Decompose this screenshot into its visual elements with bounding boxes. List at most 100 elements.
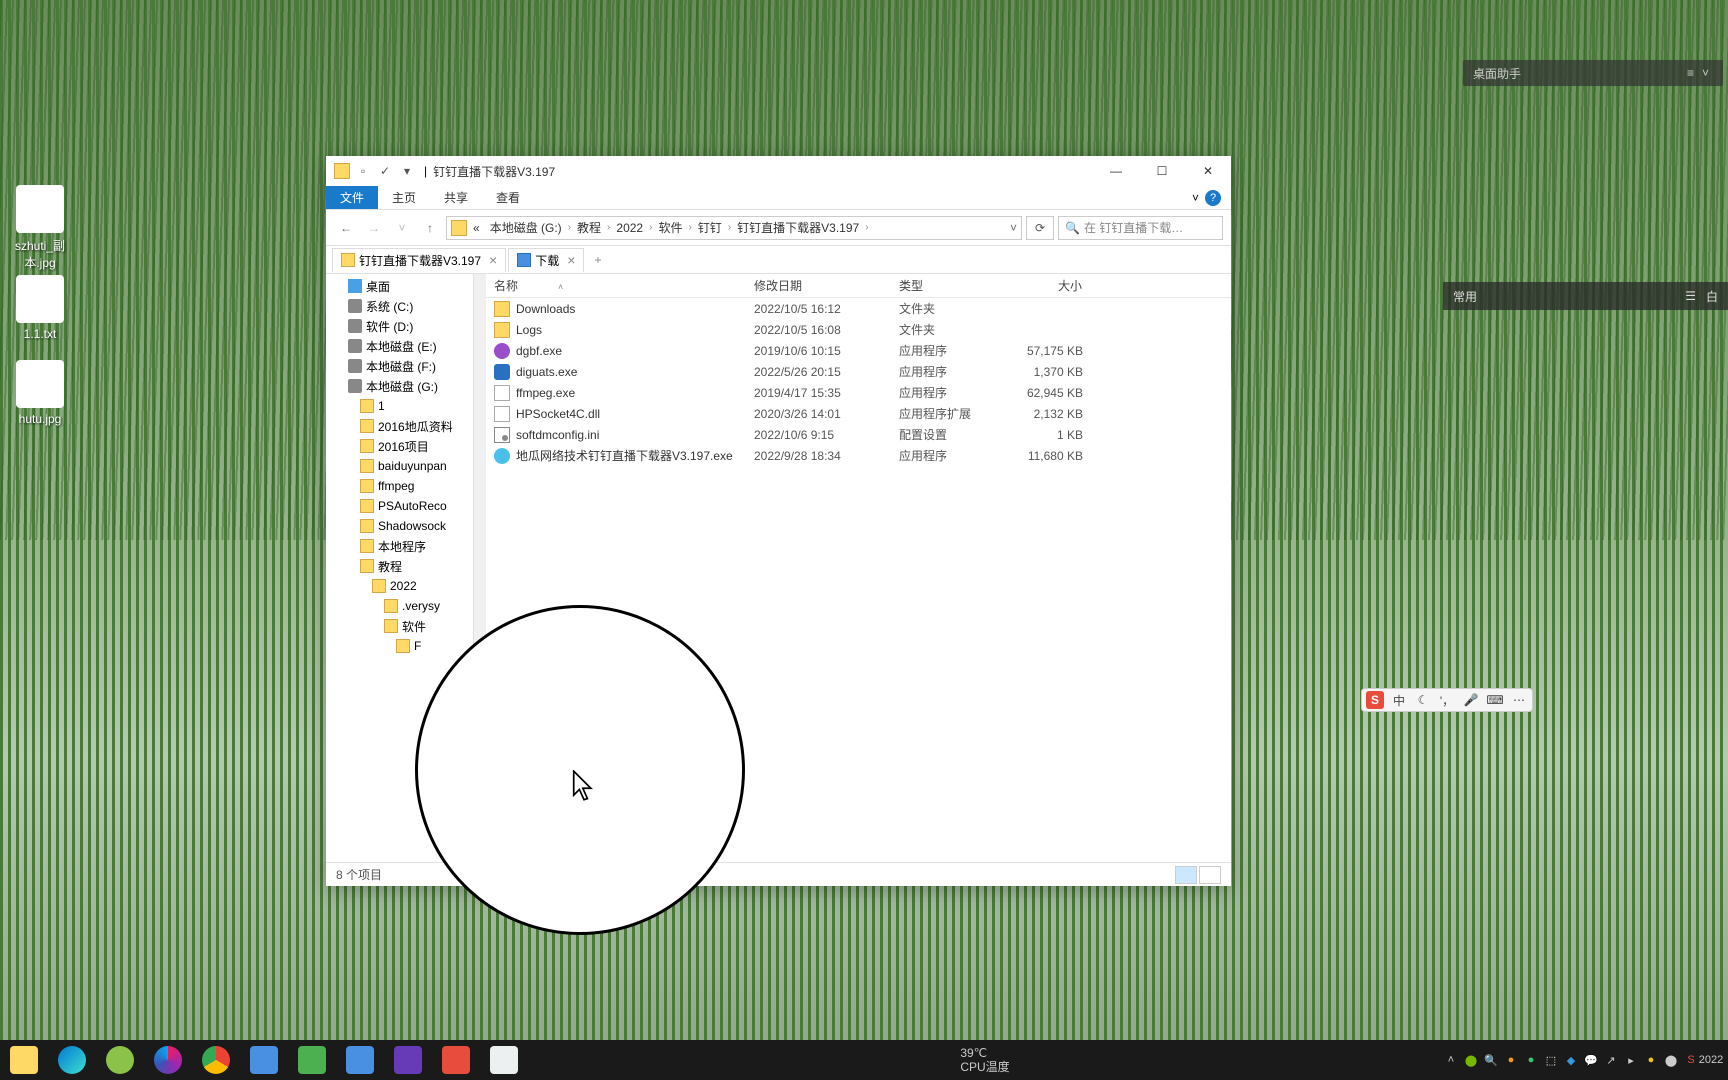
- tree-node[interactable]: 教程: [326, 556, 473, 576]
- tree-node[interactable]: 本地程序: [326, 536, 473, 556]
- chevron-down-icon[interactable]: ˅: [1010, 221, 1017, 235]
- right-sidebar[interactable]: 常用 ☰ 白: [1443, 282, 1728, 310]
- start-button[interactable]: [0, 1040, 48, 1080]
- nav-history-dropdown[interactable]: ˅: [390, 216, 414, 240]
- taskbar-app[interactable]: [480, 1040, 528, 1080]
- close-button[interactable]: ✕: [1185, 156, 1231, 186]
- tree-node[interactable]: 软件: [326, 616, 473, 636]
- desktop-icon[interactable]: szhuti_副本.jpg: [5, 185, 75, 271]
- file-row[interactable]: ffmpeg.exe2019/4/17 15:35应用程序62,945 KB: [486, 382, 1231, 403]
- tree-node[interactable]: ffmpeg: [326, 476, 473, 496]
- nav-up-button[interactable]: ↑: [418, 216, 442, 240]
- tray-icon[interactable]: ●: [1502, 1051, 1520, 1069]
- tray-icon[interactable]: S: [1682, 1051, 1700, 1069]
- ribbon-tab-home[interactable]: 主页: [378, 186, 430, 209]
- keyboard-icon[interactable]: ⌨: [1486, 691, 1504, 709]
- mic-icon[interactable]: 🎤: [1462, 691, 1480, 709]
- system-tray[interactable]: ˄ ⬤ 🔍 ● ● ⬚ ◆ 💬 ↗ ▸ ● ⬤ S 2022: [1442, 1051, 1728, 1069]
- tray-icon[interactable]: ●: [1522, 1051, 1540, 1069]
- help-icon[interactable]: ?: [1205, 190, 1221, 206]
- moon-icon[interactable]: ☾: [1414, 691, 1432, 709]
- tree-node[interactable]: 桌面: [326, 276, 473, 296]
- taskbar-app[interactable]: [336, 1040, 384, 1080]
- taskbar-app[interactable]: [288, 1040, 336, 1080]
- view-details-button[interactable]: [1175, 866, 1197, 884]
- tree-node[interactable]: 2016地瓜资料: [326, 416, 473, 436]
- tree-node[interactable]: PSAutoReco: [326, 496, 473, 516]
- tray-icon[interactable]: ⬤: [1662, 1051, 1680, 1069]
- tray-icon[interactable]: 💬: [1582, 1051, 1600, 1069]
- window-tab[interactable]: 钉钉直播下载器V3.197 ×: [332, 248, 506, 272]
- view-icons-button[interactable]: [1199, 866, 1221, 884]
- tree-node[interactable]: baiduyunpan: [326, 456, 473, 476]
- tree-node[interactable]: 1: [326, 396, 473, 416]
- taskbar-app[interactable]: [432, 1040, 480, 1080]
- taskbar-app[interactable]: [384, 1040, 432, 1080]
- minimize-button[interactable]: —: [1093, 156, 1139, 186]
- ribbon-expand-icon[interactable]: ˅: [1192, 191, 1199, 205]
- nav-back-button[interactable]: ←: [334, 216, 358, 240]
- desktop-icon[interactable]: hutu.jpg: [5, 360, 75, 426]
- tree-node[interactable]: .verysy: [326, 596, 473, 616]
- ribbon-tab-view[interactable]: 查看: [482, 186, 534, 209]
- tree-node[interactable]: 2022: [326, 576, 473, 596]
- file-row[interactable]: dgbf.exe2019/10/6 10:15应用程序57,175 KB: [486, 340, 1231, 361]
- ime-lang[interactable]: 中: [1390, 691, 1408, 709]
- tree-node[interactable]: 2016项目: [326, 436, 473, 456]
- file-row[interactable]: HPSocket4C.dll2020/3/26 14:01应用程序扩展2,132…: [486, 403, 1231, 424]
- desktop-icon[interactable]: 1.1.txt: [5, 275, 75, 341]
- temperature-widget[interactable]: 39℃ CPU温度: [952, 1046, 1017, 1075]
- tray-clock[interactable]: 2022: [1702, 1051, 1720, 1069]
- tree-node[interactable]: Shadowsock: [326, 516, 473, 536]
- ribbon-tab-file[interactable]: 文件: [326, 186, 378, 209]
- file-row[interactable]: 地瓜网络技术钉钉直播下载器V3.197.exe2022/9/28 18:34应用…: [486, 445, 1231, 466]
- tray-icon[interactable]: ◆: [1562, 1051, 1580, 1069]
- column-headers[interactable]: 名称˄ 修改日期 类型 大小: [486, 274, 1231, 298]
- desktop-assistant-bar[interactable]: 桌面助手 ≡ ˅: [1463, 60, 1723, 86]
- taskbar-app[interactable]: [192, 1040, 240, 1080]
- tray-icon[interactable]: ●: [1642, 1051, 1660, 1069]
- tray-icon[interactable]: ˄: [1442, 1051, 1460, 1069]
- taskbar-app[interactable]: [48, 1040, 96, 1080]
- assistant-menu-icon[interactable]: ≡: [1683, 66, 1698, 80]
- qat-dropdown-icon[interactable]: ▾: [398, 162, 416, 180]
- tree-node[interactable]: F: [326, 636, 473, 656]
- tab-close-icon[interactable]: ×: [567, 252, 575, 268]
- tray-icon[interactable]: ↗: [1602, 1051, 1620, 1069]
- tray-icon[interactable]: ▸: [1622, 1051, 1640, 1069]
- tray-icon[interactable]: ⬤: [1462, 1051, 1480, 1069]
- ime-toolbar[interactable]: S 中 ☾ '， 🎤 ⌨ ⋯: [1361, 688, 1533, 712]
- qat-button[interactable]: ✓: [376, 162, 394, 180]
- file-row[interactable]: Downloads2022/10/5 16:12文件夹: [486, 298, 1231, 319]
- window-tab[interactable]: 下载 ×: [508, 248, 584, 272]
- tree-node[interactable]: 软件 (D:): [326, 316, 473, 336]
- taskbar[interactable]: 39℃ CPU温度 ˄ ⬤ 🔍 ● ● ⬚ ◆ 💬 ↗ ▸ ● ⬤ S 2022: [0, 1040, 1728, 1080]
- nav-forward-button[interactable]: →: [362, 216, 386, 240]
- file-row[interactable]: Logs2022/10/5 16:08文件夹: [486, 319, 1231, 340]
- sogou-icon[interactable]: S: [1366, 691, 1384, 709]
- ime-menu-icon[interactable]: ⋯: [1510, 691, 1528, 709]
- ime-punct[interactable]: '，: [1438, 691, 1456, 709]
- breadcrumb[interactable]: « 本地磁盘 (G:)› 教程› 2022› 软件› 钉钉› 钉钉直播下载器V3…: [446, 216, 1022, 240]
- tab-close-icon[interactable]: ×: [489, 252, 497, 268]
- taskbar-app[interactable]: [240, 1040, 288, 1080]
- tree-node[interactable]: 系统 (C:): [326, 296, 473, 316]
- maximize-button[interactable]: ☐: [1139, 156, 1185, 186]
- taskbar-app[interactable]: [96, 1040, 144, 1080]
- tray-icon[interactable]: 🔍: [1482, 1051, 1500, 1069]
- search-input[interactable]: 🔍 在 钉钉直播下载…: [1058, 216, 1223, 240]
- titlebar[interactable]: ▫ ✓ ▾ | 钉钉直播下载器V3.197 — ☐ ✕: [326, 156, 1231, 186]
- ribbon-tab-share[interactable]: 共享: [430, 186, 482, 209]
- file-row[interactable]: diguats.exe2022/5/26 20:15应用程序1,370 KB: [486, 361, 1231, 382]
- taskbar-app[interactable]: [144, 1040, 192, 1080]
- tray-icon[interactable]: ⬚: [1542, 1051, 1560, 1069]
- refresh-button[interactable]: ⟳: [1026, 216, 1054, 240]
- list-icon[interactable]: ☰: [1685, 289, 1696, 303]
- tree-node[interactable]: 本地磁盘 (E:): [326, 336, 473, 356]
- tree-node[interactable]: 本地磁盘 (G:): [326, 376, 473, 396]
- tree-node[interactable]: 本地磁盘 (F:): [326, 356, 473, 376]
- file-row[interactable]: softdmconfig.ini2022/10/6 9:15配置设置1 KB: [486, 424, 1231, 445]
- qat-button[interactable]: ▫: [354, 162, 372, 180]
- add-tab-button[interactable]: +: [586, 248, 609, 272]
- assistant-chevron-icon[interactable]: ˅: [1698, 66, 1713, 80]
